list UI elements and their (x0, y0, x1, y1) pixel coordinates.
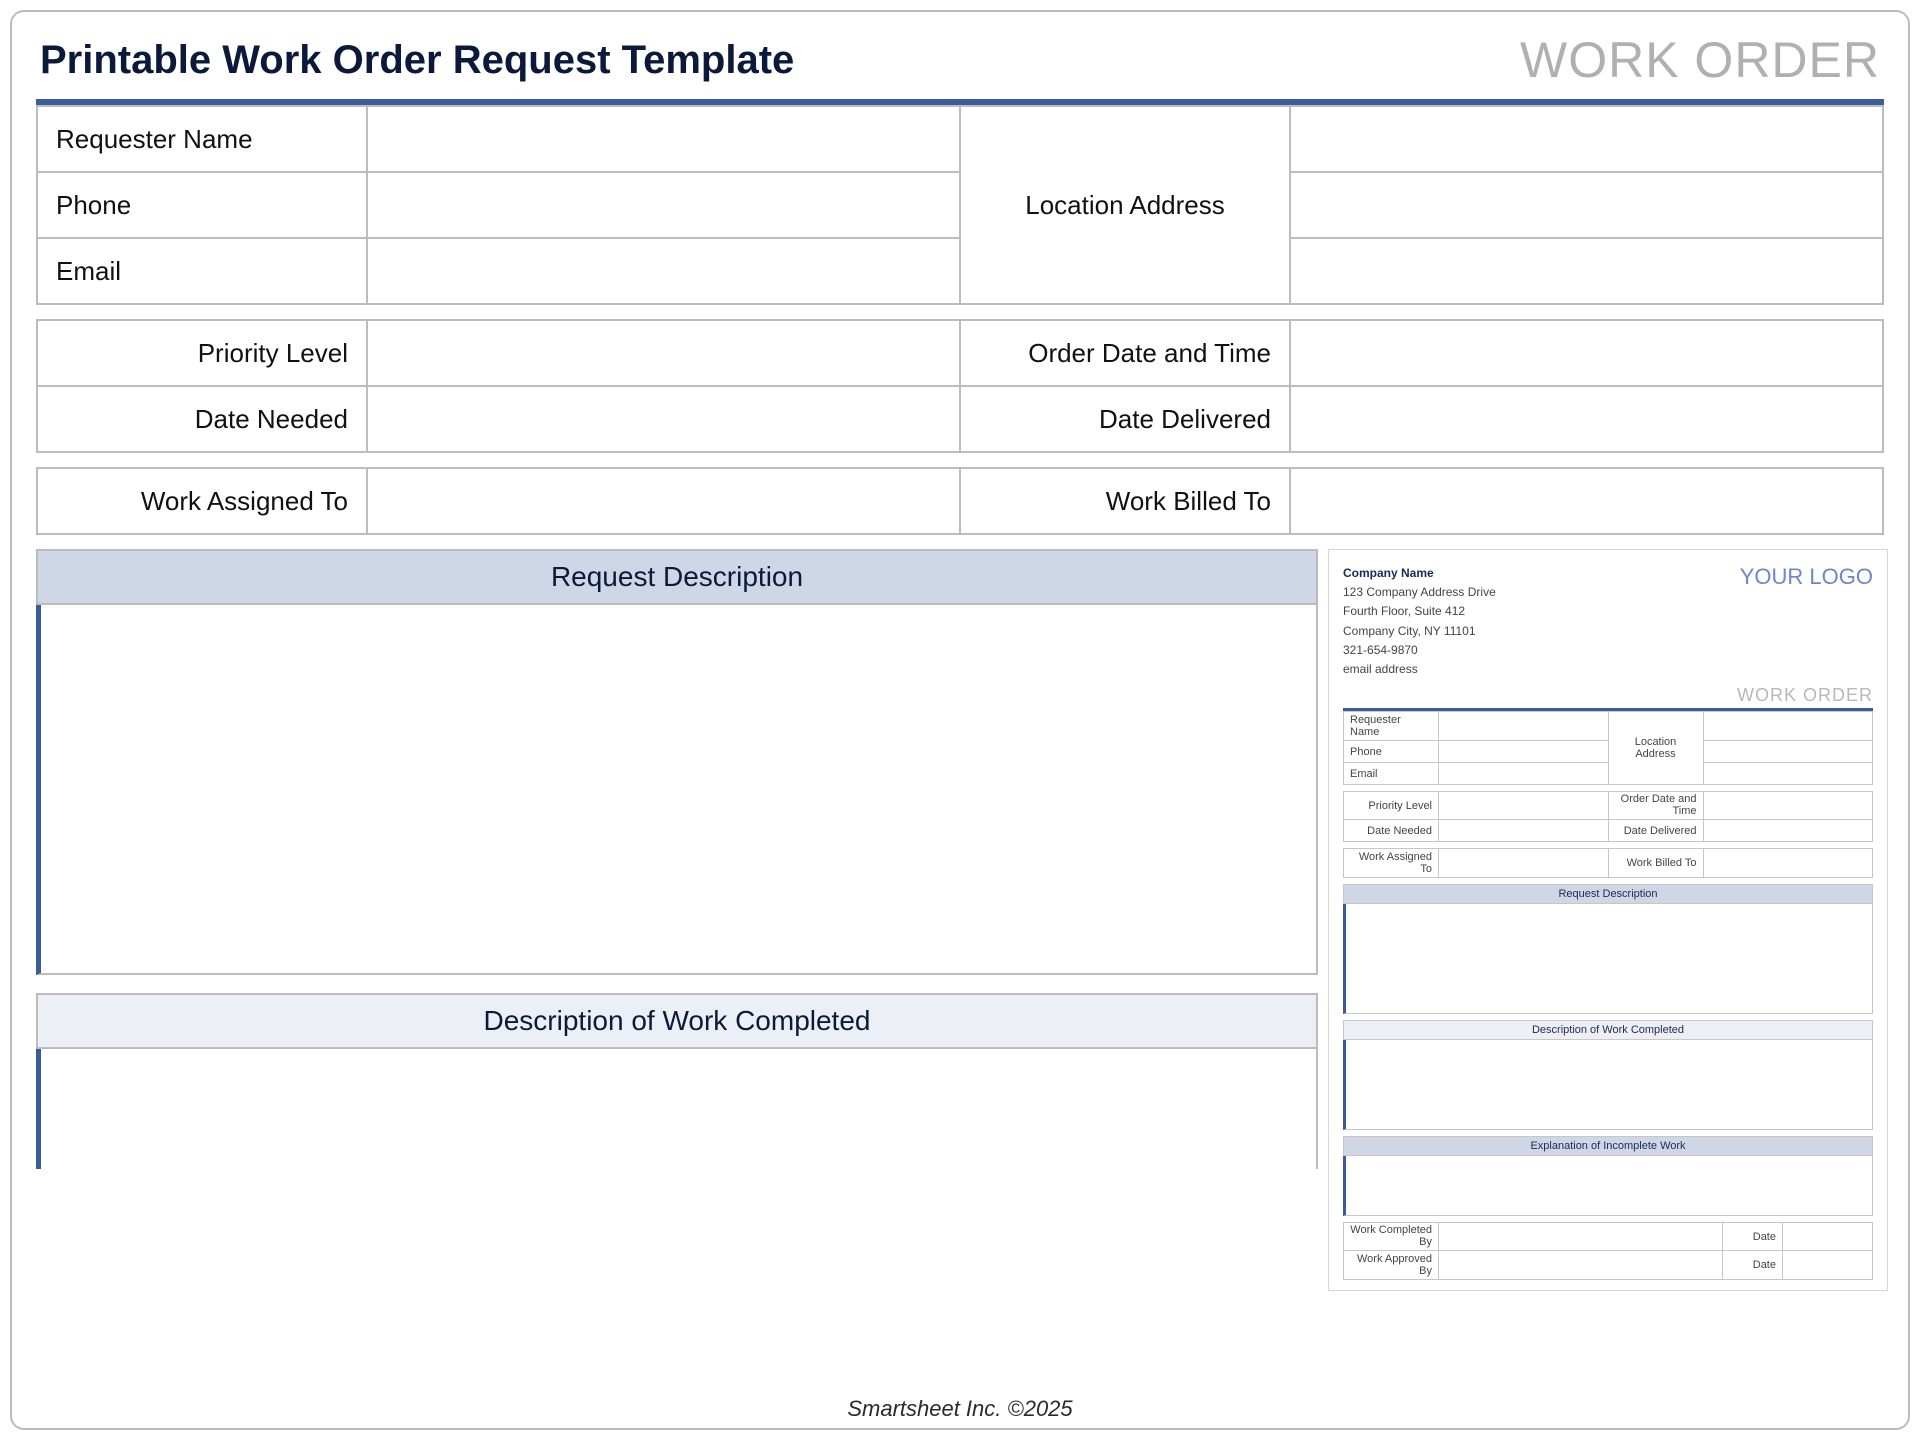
preview-label-requester-name: Requester Name (1344, 712, 1439, 741)
preview-assignment-table: Work Assigned To Work Billed To (1343, 848, 1873, 878)
label-priority-level: Priority Level (37, 320, 367, 386)
preview-field-explanation-incomplete (1343, 1156, 1873, 1216)
footer-copyright: Smartsheet Inc. ©2025 (12, 1396, 1908, 1422)
field-location-address-2[interactable] (1290, 172, 1883, 238)
preview-signoff-table: Work Completed By Date Work Approved By … (1343, 1222, 1873, 1280)
preview-label-location-address: Location Address (1608, 712, 1703, 785)
field-date-needed[interactable] (367, 386, 960, 452)
preview-label-date-1: Date (1723, 1223, 1783, 1251)
field-priority-level[interactable] (367, 320, 960, 386)
preview-phone: 321-654-9870 (1343, 641, 1496, 660)
requester-table: Requester Name Location Address Phone Em… (36, 105, 1884, 305)
label-date-delivered: Date Delivered (960, 386, 1290, 452)
field-work-billed-to[interactable] (1290, 468, 1883, 534)
label-email: Email (37, 238, 367, 304)
preview-requester-table: Requester Name Location Address Phone Em… (1343, 711, 1873, 785)
preview-label-order-datetime: Order Date and Time (1608, 792, 1703, 820)
label-description-completed: Description of Work Completed (36, 993, 1318, 1049)
label-order-datetime: Order Date and Time (960, 320, 1290, 386)
page-title: Printable Work Order Request Template (40, 38, 794, 83)
field-order-datetime[interactable] (1290, 320, 1883, 386)
preview-label-date-delivered: Date Delivered (1608, 820, 1703, 842)
preview-label-phone: Phone (1344, 741, 1439, 763)
preview-field-description-completed (1343, 1040, 1873, 1130)
field-date-delivered[interactable] (1290, 386, 1883, 452)
preview-label-work-approved-by: Work Approved By (1344, 1251, 1439, 1280)
field-location-address-3[interactable] (1290, 238, 1883, 304)
field-phone[interactable] (367, 172, 960, 238)
preview-logo: YOUR LOGO (1740, 564, 1873, 590)
field-location-address-1[interactable] (1290, 106, 1883, 172)
preview-label-explanation-incomplete: Explanation of Incomplete Work (1343, 1136, 1873, 1156)
preview-label-description-completed: Description of Work Completed (1343, 1020, 1873, 1040)
preview-label-work-completed-by: Work Completed By (1344, 1223, 1439, 1251)
preview-company-name: Company Name (1343, 564, 1496, 583)
preview-priority-table: Priority Level Order Date and Time Date … (1343, 791, 1873, 842)
assignment-table: Work Assigned To Work Billed To (36, 467, 1884, 535)
preview-work-order-mark: WORK ORDER (1343, 685, 1873, 706)
work-order-mark: WORK ORDER (1520, 31, 1880, 89)
header: Printable Work Order Request Template WO… (36, 27, 1884, 99)
preview-addr1: 123 Company Address Drive (1343, 583, 1496, 602)
preview-label-work-assigned: Work Assigned To (1344, 849, 1439, 878)
label-requester-name: Requester Name (37, 106, 367, 172)
label-request-description: Request Description (36, 549, 1318, 605)
description-completed-section: Description of Work Completed (36, 993, 1318, 1169)
field-email[interactable] (367, 238, 960, 304)
field-description-completed[interactable] (36, 1049, 1318, 1169)
preview-company-block: Company Name 123 Company Address Drive F… (1343, 564, 1496, 679)
preview-label-request-description: Request Description (1343, 884, 1873, 904)
label-location-address: Location Address (960, 106, 1290, 304)
preview-addr3: Company City, NY 11101 (1343, 622, 1496, 641)
preview-label-priority: Priority Level (1344, 792, 1439, 820)
label-phone: Phone (37, 172, 367, 238)
field-requester-name[interactable] (367, 106, 960, 172)
preview-label-date-needed: Date Needed (1344, 820, 1439, 842)
request-description-section: Request Description (36, 549, 1318, 975)
priority-table: Priority Level Order Date and Time Date … (36, 319, 1884, 453)
template-preview: Company Name 123 Company Address Drive F… (1328, 549, 1888, 1291)
preview-label-work-billed: Work Billed To (1608, 849, 1703, 878)
field-request-description[interactable] (36, 605, 1318, 975)
preview-label-email: Email (1344, 763, 1439, 785)
preview-addr2: Fourth Floor, Suite 412 (1343, 602, 1496, 621)
preview-email: email address (1343, 660, 1496, 679)
label-work-billed-to: Work Billed To (960, 468, 1290, 534)
label-work-assigned-to: Work Assigned To (37, 468, 367, 534)
preview-field-request-description (1343, 904, 1873, 1014)
field-work-assigned-to[interactable] (367, 468, 960, 534)
label-date-needed: Date Needed (37, 386, 367, 452)
preview-label-date-2: Date (1723, 1251, 1783, 1280)
template-frame: Printable Work Order Request Template WO… (10, 10, 1910, 1430)
